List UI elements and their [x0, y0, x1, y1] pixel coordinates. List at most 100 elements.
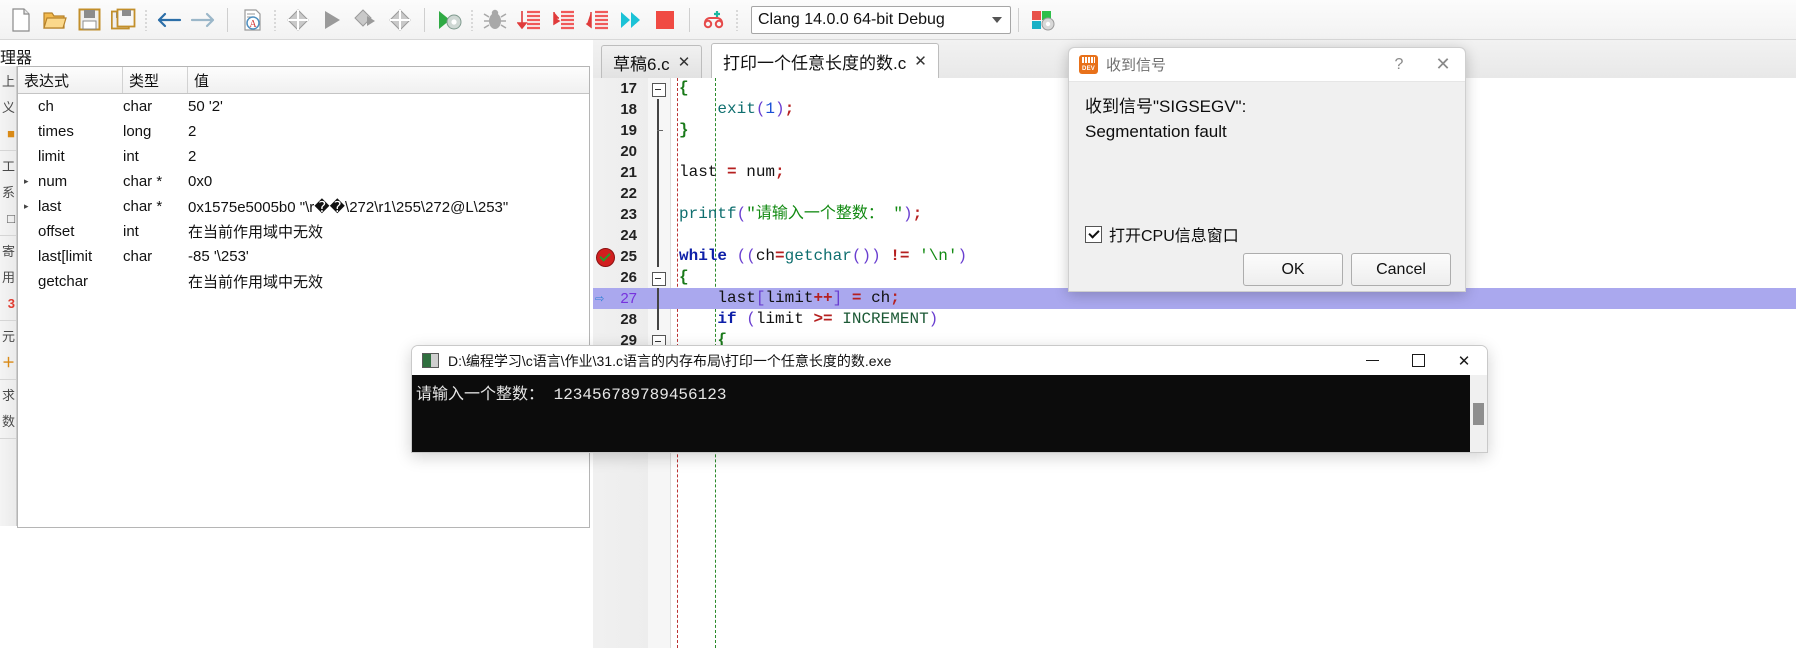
close-icon[interactable]: ✕	[1421, 48, 1465, 81]
dev-cpp-icon: DEV	[1079, 55, 1098, 74]
toolbar-separator-4	[731, 7, 743, 33]
table-row[interactable]: ▸ch char 50 '2'	[18, 94, 589, 119]
expand-arrow-icon[interactable]: ▸	[24, 201, 38, 212]
left-strip-item[interactable]: 系	[0, 180, 16, 206]
table-row[interactable]: ▸last[limit char -85 '\253'	[18, 244, 589, 269]
cpu-window-checkbox[interactable]: 打开CPU信息窗口	[1085, 222, 1239, 246]
fold-line	[657, 309, 659, 330]
add-watch-icon[interactable]	[697, 3, 731, 37]
continue-icon[interactable]	[614, 3, 648, 37]
compiler-options-icon[interactable]	[1026, 3, 1060, 37]
close-icon[interactable]: ✕	[678, 53, 691, 71]
compiler-select-value: Clang 14.0.0 64-bit Debug	[758, 10, 945, 28]
close-icon[interactable]: ✕	[1441, 346, 1487, 375]
step-over-icon[interactable]	[512, 3, 546, 37]
open-folder-icon[interactable]	[38, 3, 72, 37]
toolbar-separator-2	[269, 7, 281, 33]
left-strip-item[interactable]: 工	[0, 154, 16, 180]
help-icon[interactable]: ?	[1377, 48, 1421, 81]
close-icon[interactable]: ✕	[914, 52, 927, 70]
left-strip-item[interactable]: ■	[0, 121, 16, 147]
save-icon[interactable]	[72, 3, 106, 37]
left-strip-item[interactable]: 元	[0, 324, 16, 350]
line-number: 27	[620, 290, 637, 307]
watch-expression: last[limit	[38, 248, 93, 265]
watch-value: 2	[188, 148, 197, 165]
table-row[interactable]: ▸offset int 在当前作用域中无效	[18, 219, 589, 244]
run-icon[interactable]	[315, 3, 349, 37]
panel-title: 理器	[0, 50, 33, 67]
console-output: 请输入一个整数： 123456789789456123	[416, 386, 727, 404]
minimize-icon[interactable]	[1349, 346, 1395, 375]
table-row[interactable]: ▸limit int 2	[18, 144, 589, 169]
ide-window: A Clang 14.0.0 64-bit Debug 上 义 ■ 工 系 □ …	[0, 0, 1796, 648]
chevron-down-icon[interactable]	[984, 7, 1010, 33]
fold-toggle-icon[interactable]	[652, 272, 666, 286]
console-title-bar[interactable]: D:\编程学习\c语言\作业\31.c语言的内存布局\打印一个任意长度的数.ex…	[412, 346, 1487, 375]
fold-line	[657, 246, 659, 267]
left-strip-item[interactable]: 3	[0, 291, 16, 317]
left-strip-item[interactable]: □	[0, 206, 16, 232]
console-body[interactable]: 请输入一个整数： 123456789789456123	[412, 375, 1487, 452]
table-row[interactable]: ▸ num char * 0x0	[18, 169, 589, 194]
stop-icon[interactable]	[648, 3, 682, 37]
scrollbar-thumb[interactable]	[1473, 403, 1484, 425]
compile-icon[interactable]	[281, 3, 315, 37]
cancel-button[interactable]: Cancel	[1351, 253, 1451, 286]
back-icon[interactable]	[152, 3, 186, 37]
left-strip-item[interactable]: 求	[0, 383, 16, 409]
watch-type: int	[123, 223, 139, 240]
fold-line	[657, 141, 659, 162]
left-strip-item[interactable]: 用	[0, 265, 16, 291]
save-all-icon[interactable]	[106, 3, 140, 37]
ok-button[interactable]: OK	[1243, 253, 1343, 286]
console-scrollbar[interactable]	[1470, 375, 1487, 452]
step-out-icon[interactable]	[580, 3, 614, 37]
column-header-expression[interactable]: 表达式	[18, 67, 123, 93]
find-icon[interactable]: A	[235, 3, 269, 37]
table-row[interactable]: ▸ last char * 0x1575e5005b0 "\r��\272\r1\…	[18, 194, 589, 219]
rebuild-all-icon[interactable]	[383, 3, 417, 37]
watch-panel: 表达式 类型 值 ▸ch char 50 '2' ▸times long 2 ▸…	[17, 66, 590, 528]
watch-expression: last	[38, 198, 62, 215]
left-strip-item[interactable]: ＋	[0, 350, 16, 376]
line-number: 25	[620, 248, 637, 265]
watch-value: 50 '2'	[188, 98, 223, 115]
line-number: 21	[620, 164, 637, 181]
watch-type: int	[123, 148, 139, 165]
dialog-message-line1: 收到信号"SIGSEGV":	[1085, 97, 1247, 116]
fold-toggle-icon[interactable]	[652, 83, 666, 97]
editor-tab-draft[interactable]: 草稿6.c ✕	[601, 45, 703, 78]
dialog-title-bar[interactable]: DEV 收到信号 ? ✕	[1069, 48, 1465, 82]
tab-label: 打印一个任意长度的数.c	[723, 53, 907, 73]
bug-icon[interactable]	[478, 3, 512, 37]
table-row[interactable]: ▸getchar 在当前作用域中无效	[18, 269, 589, 294]
code-line[interactable]: 28 if (limit >= INCREMENT)	[593, 309, 1796, 330]
watch-expression: times	[38, 123, 74, 140]
compiler-select[interactable]: Clang 14.0.0 64-bit Debug	[751, 5, 1011, 34]
left-vertical-toolbar[interactable]: 上 义 ■ 工 系 □ 寄 用 3 元 ＋ 求 数	[0, 66, 17, 526]
step-into-icon[interactable]	[546, 3, 580, 37]
line-text: while ((ch=getchar()) != '\n')	[679, 247, 968, 265]
console-window: D:\编程学习\c语言\作业\31.c语言的内存布局\打印一个任意长度的数.ex…	[411, 345, 1488, 453]
compile-run-icon[interactable]	[349, 3, 383, 37]
checkbox-icon[interactable]	[1085, 225, 1102, 243]
left-strip-item[interactable]: 数	[0, 409, 16, 435]
column-header-value[interactable]: 值	[188, 67, 589, 93]
console-app-icon	[422, 353, 439, 368]
maximize-icon[interactable]	[1395, 346, 1441, 375]
svg-text:A: A	[249, 19, 257, 30]
forward-icon[interactable]	[186, 3, 220, 37]
editor-tab-active[interactable]: 打印一个任意长度的数.c ✕	[711, 43, 939, 78]
column-header-type[interactable]: 类型	[123, 67, 188, 93]
new-file-icon[interactable]	[4, 3, 38, 37]
expand-arrow-icon[interactable]: ▸	[24, 176, 38, 187]
left-strip-item[interactable]: 上	[0, 69, 16, 95]
table-row[interactable]: ▸times long 2	[18, 119, 589, 144]
left-strip-item[interactable]: 义	[0, 95, 16, 121]
watch-value: -85 '\253'	[188, 248, 249, 265]
debug-icon[interactable]	[432, 3, 466, 37]
watch-type: char	[123, 248, 153, 265]
toolbar-divider-3	[689, 7, 690, 32]
left-strip-item[interactable]: 寄	[0, 239, 16, 265]
